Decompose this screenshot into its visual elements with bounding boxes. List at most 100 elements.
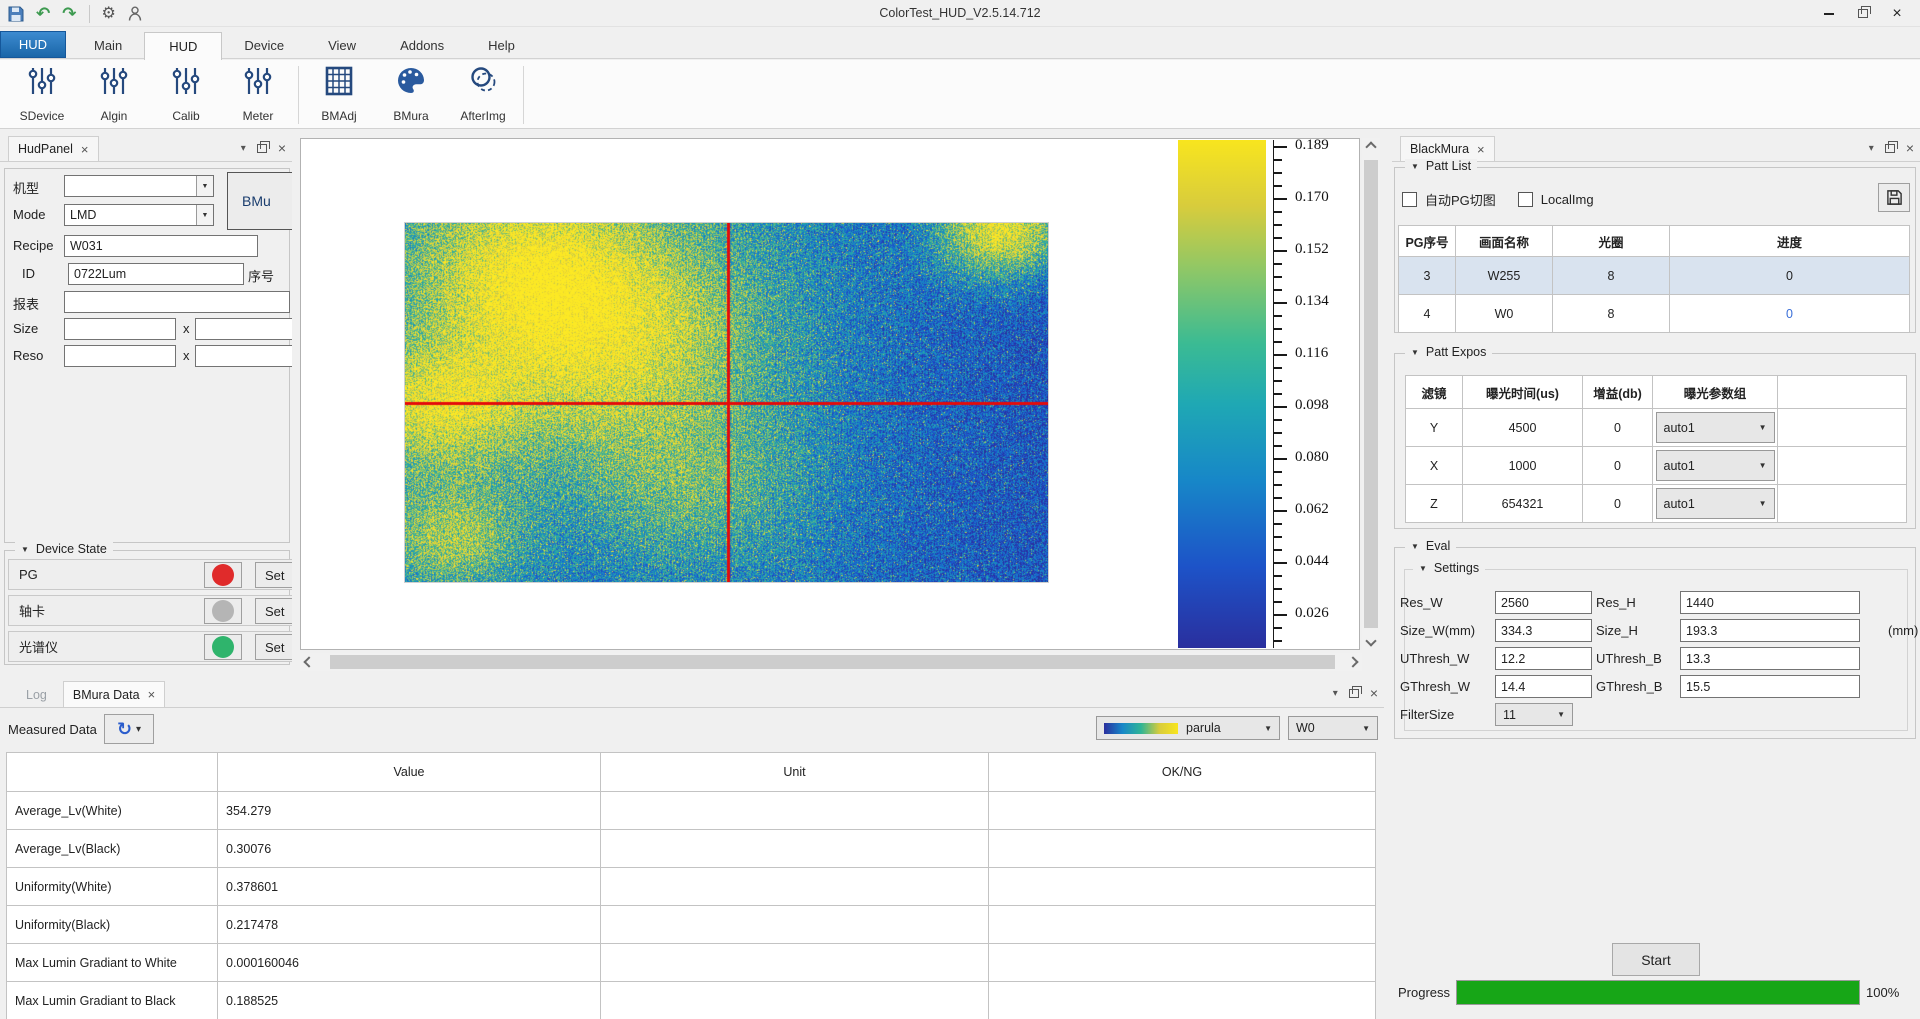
afterimg-button[interactable]: AfterImg	[447, 62, 519, 128]
calib-button[interactable]: Calib	[150, 62, 222, 128]
res-w-input[interactable]: 2560	[1495, 591, 1592, 614]
colormap-combo[interactable]: parula ▼	[1096, 716, 1280, 740]
meter-button[interactable]: Meter	[222, 62, 294, 128]
localimg-checkbox[interactable]	[1518, 192, 1533, 207]
collapse-icon[interactable]: ▼	[1419, 564, 1427, 573]
scroll-right-arrow[interactable]	[1346, 653, 1360, 671]
blackmura-tab[interactable]: BlackMura ×	[1400, 136, 1495, 161]
filtersize-combo[interactable]: 11 ▼	[1495, 703, 1573, 726]
minimize-button[interactable]	[1812, 0, 1846, 27]
status-indicator-button[interactable]	[204, 634, 242, 660]
gthresh-b-input[interactable]: 15.5	[1680, 675, 1860, 698]
report-input[interactable]	[64, 291, 290, 313]
file-button[interactable]: HUD	[0, 31, 66, 58]
table-row[interactable]: Max Lumin Gradiant to Black 0.188525	[7, 982, 1376, 1019]
table-row[interactable]: Average_Lv(Black) 0.30076	[7, 830, 1376, 868]
scrollbar-thumb[interactable]	[1364, 160, 1378, 628]
patt-expos-row[interactable]: Z 654321 0 auto1▼	[1406, 485, 1907, 523]
size-w-mm-input[interactable]: 334.3	[1495, 619, 1592, 642]
save-pattlist-button[interactable]	[1878, 183, 1910, 212]
cell-exposure-time[interactable]: 1000	[1463, 447, 1583, 485]
status-indicator-button[interactable]	[204, 598, 242, 624]
mode-combo[interactable]: LMD▼	[64, 204, 214, 226]
collapse-icon[interactable]: ▼	[1411, 348, 1419, 357]
scrollbar-thumb[interactable]	[330, 655, 1335, 669]
tab-hud[interactable]: HUD	[144, 32, 222, 61]
save-icon[interactable]	[8, 6, 24, 22]
set-button[interactable]: Set	[255, 634, 292, 660]
pattern-combo[interactable]: W0 ▼	[1288, 716, 1378, 740]
restore-button[interactable]	[1846, 0, 1880, 27]
bmura-button[interactable]: BMura	[375, 62, 447, 128]
redo-icon[interactable]: ↷	[62, 5, 76, 22]
collapse-icon[interactable]: ▼	[1411, 542, 1419, 551]
tab-help[interactable]: Help	[466, 32, 537, 59]
cell-gain[interactable]: 0	[1583, 409, 1653, 447]
table-row[interactable]: Max Lumin Gradiant to White 0.000160046	[7, 944, 1376, 982]
gthresh-w-input[interactable]: 14.4	[1495, 675, 1592, 698]
panel-menu-icon[interactable]: ▾	[1869, 143, 1874, 154]
uthresh-w-input[interactable]: 12.2	[1495, 647, 1592, 670]
chevron-down-icon[interactable]: ▼	[196, 205, 213, 225]
recipe-input[interactable]: W031	[64, 235, 258, 257]
patt-list-row[interactable]: 4 W0 8 0	[1399, 295, 1910, 333]
close-panel-icon[interactable]: ×	[1370, 686, 1378, 700]
undo-icon[interactable]: ↶	[36, 5, 50, 22]
log-tab[interactable]: Log	[14, 683, 59, 707]
panel-menu-icon[interactable]: ▾	[1333, 688, 1338, 699]
exposure-group-combo[interactable]: auto1▼	[1656, 488, 1775, 519]
close-panel-icon[interactable]: ×	[1906, 141, 1914, 155]
scroll-up-arrow[interactable]	[1362, 140, 1380, 154]
collapse-icon[interactable]: ▼	[21, 545, 29, 554]
exposure-group-combo[interactable]: auto1▼	[1656, 450, 1775, 481]
bmadj-button[interactable]: BMAdj	[303, 62, 375, 128]
user-icon[interactable]	[128, 6, 142, 21]
cell-exposure-time[interactable]: 4500	[1463, 409, 1583, 447]
close-button[interactable]: ×	[1880, 0, 1914, 27]
start-button[interactable]: Start	[1612, 943, 1700, 976]
reso-h-input[interactable]	[195, 345, 292, 367]
tab-main[interactable]: Main	[72, 32, 144, 59]
float-panel-icon[interactable]	[1885, 144, 1895, 153]
scroll-left-arrow[interactable]	[302, 653, 316, 671]
exposure-group-combo[interactable]: auto1▼	[1656, 412, 1775, 443]
id-input[interactable]: 0722Lum	[68, 263, 244, 285]
patt-expos-row[interactable]: X 1000 0 auto1▼	[1406, 447, 1907, 485]
reso-w-input[interactable]	[64, 345, 176, 367]
size-h-mm-input[interactable]: 193.3	[1680, 619, 1860, 642]
table-row[interactable]: Average_Lv(White) 354.279	[7, 792, 1376, 830]
table-row[interactable]: Uniformity(White) 0.378601	[7, 868, 1376, 906]
size-h-input[interactable]	[195, 318, 292, 340]
cell-gain[interactable]: 0	[1583, 447, 1653, 485]
res-h-input[interactable]: 1440	[1680, 591, 1860, 614]
close-tab-icon[interactable]: ×	[81, 143, 89, 156]
sdevice-button[interactable]: SDevice	[6, 62, 78, 128]
tab-view[interactable]: View	[306, 32, 378, 59]
table-row[interactable]: Uniformity(Black) 0.217478	[7, 906, 1376, 944]
set-button[interactable]: Set	[255, 598, 292, 624]
float-panel-icon[interactable]	[1349, 689, 1359, 698]
cell-exposure-time[interactable]: 654321	[1463, 485, 1583, 523]
patt-list-row[interactable]: 3 W255 8 0	[1399, 257, 1910, 295]
refresh-button[interactable]: ↻ ▾	[104, 714, 154, 744]
bmu-button[interactable]: BMu	[227, 172, 292, 230]
panel-menu-icon[interactable]: ▾	[241, 143, 246, 154]
hudpanel-tab[interactable]: HudPanel ×	[8, 136, 99, 161]
close-tab-icon[interactable]: ×	[1477, 143, 1485, 156]
close-tab-icon[interactable]: ×	[148, 688, 156, 701]
close-panel-icon[interactable]: ×	[278, 141, 286, 155]
patt-expos-row[interactable]: Y 4500 0 auto1▼	[1406, 409, 1907, 447]
auto-pg-checkbox[interactable]	[1402, 192, 1417, 207]
bmura-data-tab[interactable]: BMura Data ×	[63, 681, 165, 707]
algin-button[interactable]: Algin	[78, 62, 150, 128]
collapse-icon[interactable]: ▼	[1411, 162, 1419, 171]
uthresh-b-input[interactable]: 13.3	[1680, 647, 1860, 670]
heatmap-image[interactable]	[404, 222, 1049, 583]
status-indicator-button[interactable]	[204, 562, 242, 588]
cell-gain[interactable]: 0	[1583, 485, 1653, 523]
horizontal-scrollbar[interactable]	[300, 653, 1362, 671]
chevron-down-icon[interactable]: ▼	[196, 176, 213, 196]
machine-combo[interactable]: ▼	[64, 175, 214, 197]
size-w-input[interactable]	[64, 318, 176, 340]
scroll-down-arrow[interactable]	[1362, 634, 1380, 648]
